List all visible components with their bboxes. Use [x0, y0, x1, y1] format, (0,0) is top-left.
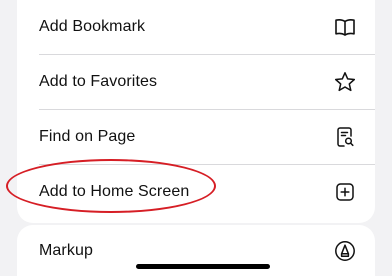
book-icon	[333, 15, 357, 39]
add-square-icon	[333, 180, 357, 204]
star-icon	[333, 70, 357, 94]
menu-item-add-to-home-screen[interactable]: Add to Home Screen	[17, 165, 375, 219]
share-menu-actions-group: Add Bookmark Add to Favorites Find on Pa…	[17, 0, 375, 223]
menu-item-label: Add to Favorites	[39, 73, 158, 90]
menu-item-label: Add to Home Screen	[39, 183, 190, 200]
menu-item-add-to-favorites[interactable]: Add to Favorites	[17, 55, 375, 109]
home-indicator	[136, 264, 270, 269]
find-on-page-icon	[333, 125, 357, 149]
menu-item-find-on-page[interactable]: Find on Page	[17, 110, 375, 164]
menu-item-label: Add Bookmark	[39, 18, 146, 35]
markup-pen-icon	[333, 239, 357, 263]
menu-item-label: Markup	[39, 241, 93, 259]
menu-item-label: Find on Page	[39, 128, 136, 145]
menu-item-add-bookmark[interactable]: Add Bookmark	[17, 0, 375, 54]
